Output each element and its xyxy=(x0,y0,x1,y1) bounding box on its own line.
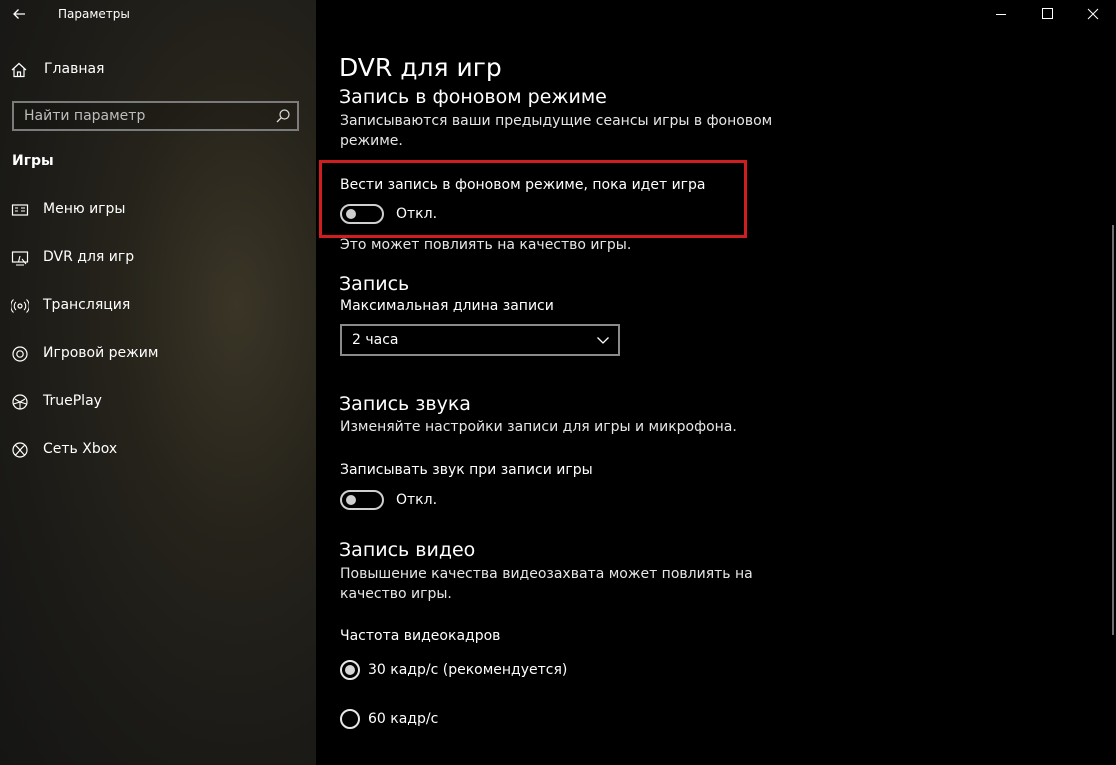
toggle-knob xyxy=(346,495,356,505)
framerate-radio-60[interactable] xyxy=(340,709,360,729)
nav-home[interactable]: Главная xyxy=(0,54,316,86)
close-button[interactable] xyxy=(1070,0,1116,30)
sidebar-item-xbox-network[interactable]: Сеть Xbox xyxy=(0,434,316,466)
background-recording-toggle-label: Вести запись в фоновом режиме, пока идет… xyxy=(340,177,706,193)
framerate-radio-30[interactable] xyxy=(340,660,360,680)
sidebar: Параметры Главная Найти параметр Игры Ме… xyxy=(0,0,316,765)
minimize-icon xyxy=(996,14,1006,15)
framerate-option-30-label: 30 кадр/с (рекомендуется) xyxy=(368,662,568,678)
sidebar-item-game-dvr[interactable]: DVR для игр xyxy=(0,242,316,274)
search-icon[interactable] xyxy=(275,108,291,124)
sidebar-item-game-mode[interactable]: Игровой режим xyxy=(0,338,316,370)
close-icon xyxy=(1087,8,1099,20)
toggle-knob xyxy=(346,209,356,219)
recording-heading: Запись xyxy=(339,273,410,295)
background-recording-note: Это может повлиять на качество игры. xyxy=(340,237,632,253)
background-recording-description: Записываются ваши предыдущие сеансы игры… xyxy=(340,113,773,149)
video-heading: Запись видео xyxy=(339,539,476,561)
highlight-box xyxy=(319,160,747,238)
max-length-value: 2 часа xyxy=(352,332,399,348)
broadcast-icon xyxy=(11,299,29,313)
framerate-label: Частота видеокадров xyxy=(340,628,501,644)
game-mode-icon xyxy=(12,346,28,362)
sidebar-item-label: DVR для игр xyxy=(43,249,135,265)
background-recording-toggle-state: Откл. xyxy=(396,206,438,222)
game-dvr-icon xyxy=(11,251,29,266)
max-length-label: Максимальная длина записи xyxy=(340,298,554,314)
sidebar-item-trueplay[interactable]: TruePlay xyxy=(0,386,316,418)
sidebar-item-label: TruePlay xyxy=(43,393,102,409)
search-input[interactable]: Найти параметр xyxy=(12,101,299,131)
chevron-down-icon xyxy=(597,337,609,344)
audio-description: Изменяйте настройки записи для игры и ми… xyxy=(340,419,737,435)
audio-heading: Запись звука xyxy=(339,393,471,415)
radio-dot xyxy=(345,665,355,675)
audio-toggle[interactable] xyxy=(340,490,384,510)
trueplay-icon xyxy=(12,394,28,410)
max-length-dropdown[interactable]: 2 часа xyxy=(340,324,620,356)
scrollbar[interactable] xyxy=(1112,225,1114,635)
nav-home-label: Главная xyxy=(44,61,105,77)
section-title: Игры xyxy=(12,153,54,169)
home-icon xyxy=(11,62,27,78)
page-title: DVR для игр xyxy=(339,53,512,82)
audio-toggle-state: Откл. xyxy=(396,492,438,508)
sidebar-item-label: Игровой режим xyxy=(43,345,159,361)
sidebar-item-label: Сеть Xbox xyxy=(43,441,118,457)
minimize-button[interactable] xyxy=(978,0,1024,30)
video-description: Повышение качества видеозахвата может по… xyxy=(340,566,753,602)
app-title: Параметры xyxy=(58,7,130,21)
sidebar-item-game-bar[interactable]: Меню игры xyxy=(0,194,316,226)
framerate-option-60-label: 60 кадр/с xyxy=(368,711,439,727)
sidebar-item-label: Трансляция xyxy=(43,297,131,313)
sidebar-item-label: Меню игры xyxy=(43,201,126,217)
maximize-button[interactable] xyxy=(1024,0,1070,30)
back-arrow-icon xyxy=(13,9,25,19)
back-button[interactable] xyxy=(8,2,32,26)
background-recording-heading: Запись в фоновом режиме xyxy=(339,86,607,108)
game-bar-icon xyxy=(11,204,29,216)
sidebar-item-broadcast[interactable]: Трансляция xyxy=(0,290,316,322)
maximize-icon xyxy=(1042,8,1053,19)
title-bar: Параметры xyxy=(0,0,316,30)
search-placeholder: Найти параметр xyxy=(24,108,146,124)
main-content: DVR для игр Запись в фоновом режиме Запи… xyxy=(316,0,1116,765)
audio-toggle-label: Записывать звук при записи игры xyxy=(340,462,593,478)
xbox-icon xyxy=(12,442,28,458)
background-recording-toggle[interactable] xyxy=(340,204,384,224)
